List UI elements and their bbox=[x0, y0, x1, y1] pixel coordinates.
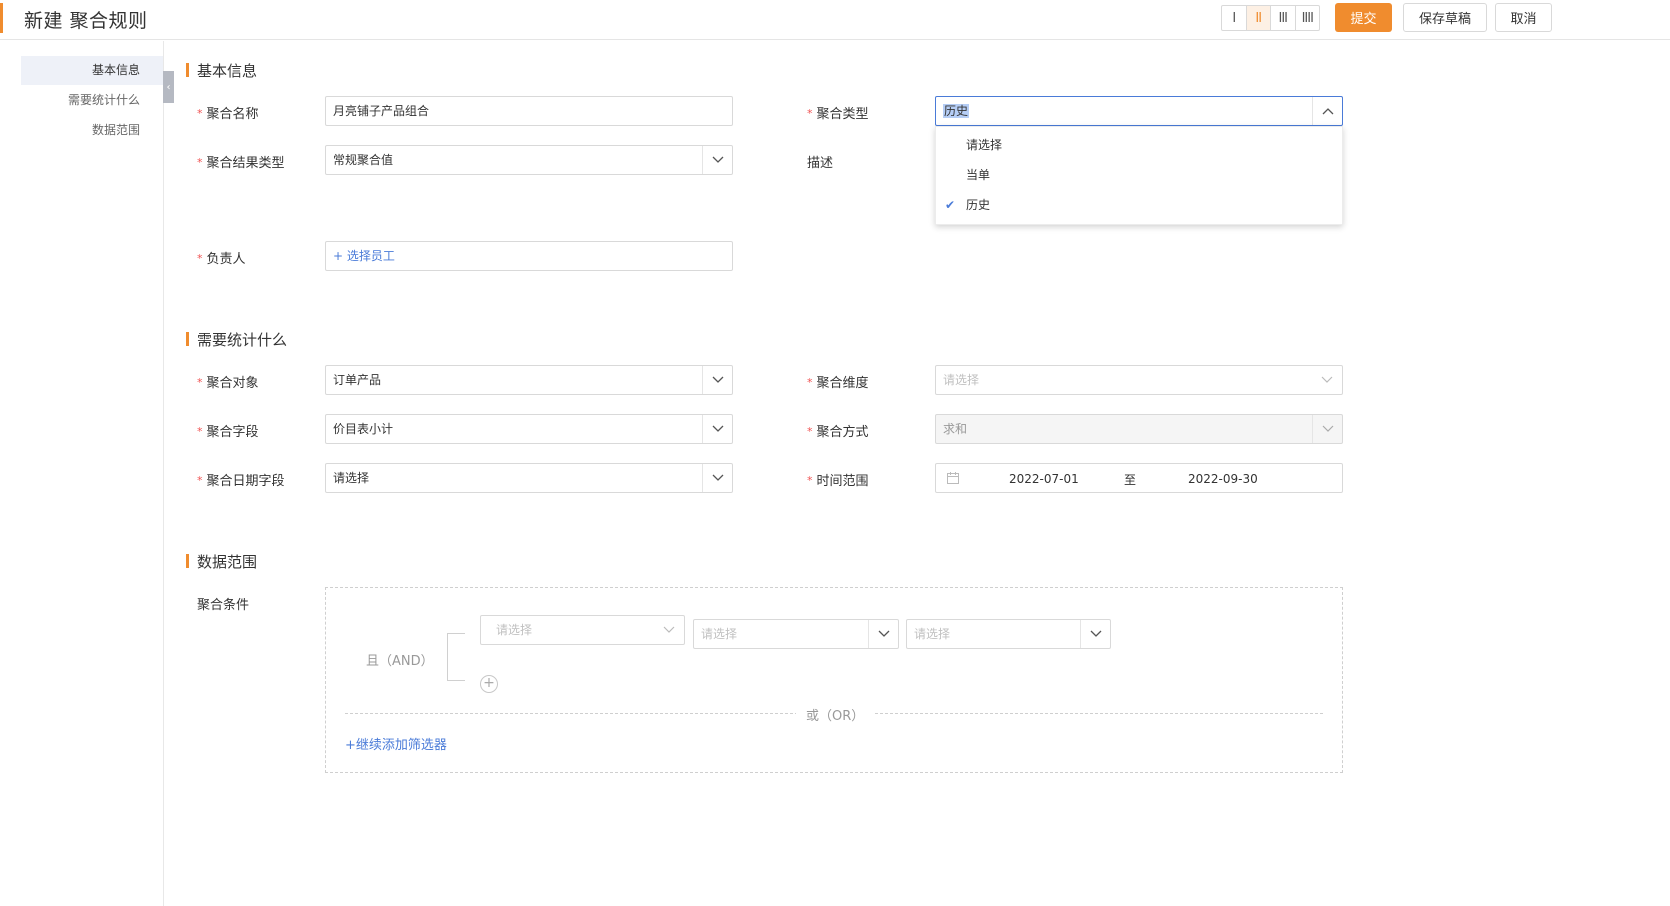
name-input[interactable]: 月亮铺子产品组合 bbox=[325, 96, 733, 126]
condition-label: 聚合条件 bbox=[197, 598, 250, 613]
required-mark: * bbox=[807, 107, 813, 120]
filter-value-select[interactable]: 请选择 bbox=[906, 619, 1111, 649]
chevron-up-icon[interactable] bbox=[1312, 97, 1342, 125]
range-separator: 至 bbox=[1124, 473, 1137, 487]
layout-2-column-button[interactable]: II bbox=[1246, 6, 1271, 30]
and-label: 且（AND） bbox=[366, 654, 434, 669]
result-type-label: * 聚合结果类型 bbox=[197, 156, 285, 171]
add-filter-link[interactable]: +继续添加筛选器 bbox=[345, 734, 447, 753]
layout-1-column-button[interactable]: I bbox=[1222, 6, 1247, 30]
required-mark: * bbox=[197, 252, 203, 265]
field-value: 价目表小计 bbox=[333, 422, 394, 436]
date-field-value: 请选择 bbox=[333, 471, 370, 485]
add-condition-plus-icon[interactable]: + bbox=[480, 675, 498, 693]
name-label: * 聚合名称 bbox=[197, 107, 259, 122]
filter-group-box bbox=[325, 587, 1343, 773]
required-mark: * bbox=[197, 156, 203, 169]
dimension-select[interactable]: 请选择 bbox=[935, 365, 1343, 395]
save-draft-button[interactable]: 保存草稿 bbox=[1403, 3, 1487, 32]
required-mark: * bbox=[197, 376, 203, 389]
required-mark: * bbox=[807, 376, 813, 389]
section-title-basic-info: 基本信息 bbox=[186, 60, 257, 81]
filter-field-placeholder: 请选择 bbox=[496, 623, 533, 637]
method-select: 求和 bbox=[935, 414, 1343, 444]
chevron-down-icon[interactable] bbox=[868, 620, 898, 648]
checkmark-icon: ✔ bbox=[945, 198, 956, 212]
chevron-down-icon[interactable] bbox=[654, 616, 684, 644]
section-nav bbox=[0, 41, 164, 906]
cancel-button[interactable]: 取消 bbox=[1495, 3, 1552, 32]
dropdown-option-current[interactable]: 当单 bbox=[936, 160, 1342, 190]
filter-operator-placeholder: 请选择 bbox=[701, 627, 738, 641]
time-range-label: * 时间范围 bbox=[807, 474, 869, 489]
chevron-down-icon[interactable] bbox=[702, 366, 732, 394]
section-title-what-to-count: 需要统计什么 bbox=[186, 329, 287, 350]
dimension-label: * 聚合维度 bbox=[807, 376, 869, 391]
object-value: 订单产品 bbox=[333, 373, 382, 387]
field-select[interactable]: 价目表小计 bbox=[325, 414, 733, 444]
required-mark: * bbox=[197, 107, 203, 120]
object-select[interactable]: 订单产品 bbox=[325, 365, 733, 395]
owner-label: * 负责人 bbox=[197, 252, 246, 267]
dropdown-option-please-select[interactable]: 请选择 bbox=[936, 130, 1342, 160]
filter-operator-select[interactable]: 请选择 bbox=[693, 619, 899, 649]
select-employee-link[interactable]: + 选择员工 bbox=[333, 249, 395, 263]
calendar-icon bbox=[947, 472, 959, 484]
required-mark: * bbox=[197, 474, 203, 487]
result-type-select[interactable]: 常规聚合值 bbox=[325, 145, 733, 175]
type-dropdown-menu: 请选择 当单 ✔ 历史 bbox=[935, 126, 1343, 225]
type-label: * 聚合类型 bbox=[807, 107, 869, 122]
chevron-down-icon[interactable] bbox=[1312, 366, 1342, 394]
date-field-label: * 聚合日期字段 bbox=[197, 474, 285, 489]
field-label: * 聚合字段 bbox=[197, 425, 259, 440]
nav-item-basic-info[interactable]: 基本信息 bbox=[21, 56, 163, 85]
chevron-down-icon[interactable] bbox=[1080, 620, 1110, 648]
filter-value-placeholder: 请选择 bbox=[914, 627, 951, 641]
method-label: * 聚合方式 bbox=[807, 425, 869, 440]
description-label: 描述 bbox=[807, 156, 834, 171]
type-select[interactable]: 历史 bbox=[935, 96, 1343, 126]
header-accent-bar bbox=[0, 3, 3, 33]
page-title: 新建 聚合规则 bbox=[24, 10, 148, 32]
filter-field-select[interactable]: 请选择 bbox=[480, 615, 685, 645]
dimension-placeholder: 请选择 bbox=[943, 373, 980, 387]
section-title-data-scope: 数据范围 bbox=[186, 551, 257, 572]
nav-item-data-scope[interactable]: 数据范围 bbox=[21, 116, 163, 145]
column-layout-switcher: I II III IIII bbox=[1221, 5, 1320, 31]
layout-4-column-button[interactable]: IIII bbox=[1296, 6, 1320, 30]
required-mark: * bbox=[197, 425, 203, 438]
and-bracket bbox=[447, 633, 465, 681]
chevron-left-icon: ‹ bbox=[166, 81, 171, 93]
chevron-down-icon[interactable] bbox=[702, 415, 732, 443]
object-label: * 聚合对象 bbox=[197, 376, 259, 391]
chevron-down-icon bbox=[1312, 415, 1342, 443]
owner-picker[interactable]: + 选择员工 bbox=[325, 241, 733, 271]
method-value: 求和 bbox=[943, 422, 968, 436]
date-range-picker[interactable]: 2022-07-01 至 2022-09-30 bbox=[935, 463, 1343, 493]
required-mark: * bbox=[807, 425, 813, 438]
or-label: 或（OR） bbox=[796, 705, 875, 724]
start-date[interactable]: 2022-07-01 bbox=[1009, 472, 1079, 486]
required-mark: * bbox=[807, 474, 813, 487]
submit-button[interactable]: 提交 bbox=[1335, 3, 1392, 32]
type-select-value: 历史 bbox=[943, 104, 970, 118]
nav-item-what-to-count[interactable]: 需要统计什么 bbox=[21, 86, 163, 115]
date-field-select[interactable]: 请选择 bbox=[325, 463, 733, 493]
chevron-down-icon[interactable] bbox=[702, 146, 732, 174]
page-header: 新建 聚合规则 I II III IIII 提交 保存草稿 取消 bbox=[0, 0, 1670, 40]
layout-3-column-button[interactable]: III bbox=[1271, 6, 1296, 30]
dropdown-option-history[interactable]: ✔ 历史 bbox=[936, 190, 1342, 220]
collapse-nav-button[interactable]: ‹ bbox=[163, 71, 174, 103]
chevron-down-icon[interactable] bbox=[702, 464, 732, 492]
end-date[interactable]: 2022-09-30 bbox=[1188, 472, 1258, 486]
result-type-value: 常规聚合值 bbox=[333, 153, 394, 167]
